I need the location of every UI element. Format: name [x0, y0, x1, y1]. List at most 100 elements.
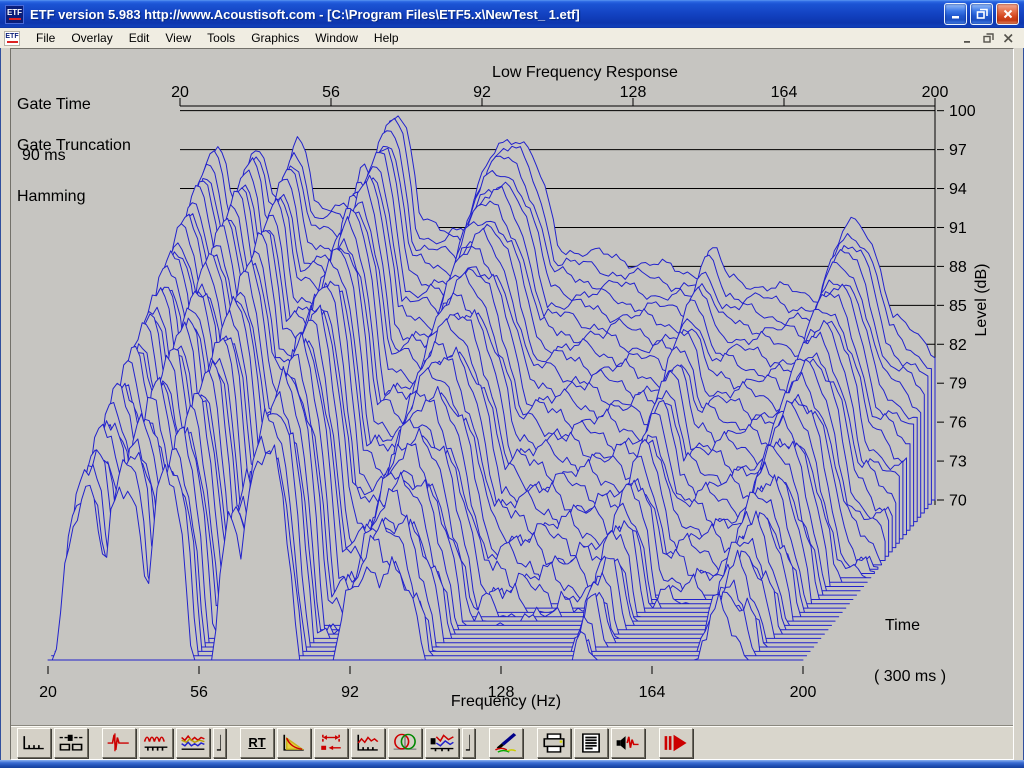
run-measurement-icon: [664, 734, 687, 751]
y-axis-tick: 91: [949, 220, 967, 237]
waterfall-plot: 20 56 92 128 164 200100 97 94 91 88 85 82 79 76 73 70 20…: [39, 84, 976, 701]
color-settings-icon: [495, 732, 517, 753]
app-icon-bar: [8, 17, 21, 20]
gate-truncation-value: Hamming: [17, 188, 86, 205]
toolbar-button-report[interactable]: [574, 727, 608, 758]
x-axis-top-tick: 128: [620, 84, 647, 101]
y-axis-tick: 94: [949, 181, 967, 198]
toolbar-button-overlay-curves[interactable]: [176, 727, 210, 758]
x-axis-bottom-tick: 56: [190, 684, 208, 701]
overlay-curves-icon: [181, 734, 205, 750]
title-bar: ETF ETF version 5.983 http://www.Acousti…: [0, 0, 1024, 28]
app-icon-text: ETF: [6, 7, 23, 17]
document-icon-bar: [6, 41, 18, 43]
toolbar-button-cascade-display[interactable]: [17, 727, 51, 758]
minimize-button[interactable]: [944, 3, 967, 25]
menu-file[interactable]: File: [28, 29, 63, 47]
menu-window[interactable]: Window: [307, 29, 366, 47]
window-border-bottom: [0, 760, 1024, 768]
y-axis-tick: 82: [949, 337, 967, 354]
close-button[interactable]: [996, 3, 1019, 25]
print-icon: [543, 732, 565, 753]
toolbar: RT: [11, 725, 1013, 759]
toolbar-button-spectrum-overlay[interactable]: [425, 727, 459, 758]
frequency-axis-label: Frequency (Hz): [450, 693, 562, 710]
toolbar-button-periodic-wave[interactable]: [139, 727, 173, 758]
toolbar-button-energy-time-curve[interactable]: [277, 727, 311, 758]
mdi-client-area: 20 56 92 128 164 200 100 97 94 91 88 85 82 79 76 73 70 20…: [10, 48, 1014, 760]
etf-application-window: { "window": { "title": "ETF version 5.98…: [0, 0, 1024, 768]
y-axis-tick: 85: [949, 298, 967, 315]
window-border-right: [1014, 48, 1024, 760]
toolbar-button-print[interactable]: [537, 727, 571, 758]
phase-response-icon: [393, 733, 417, 750]
child-minimize-icon: [963, 40, 970, 43]
menu-overlay[interactable]: Overlay: [63, 29, 120, 47]
menu-bar: ETF File Overlay Edit View Tools Graphic…: [0, 28, 1024, 48]
menu-graphics[interactable]: Graphics: [243, 29, 307, 47]
x-axis-top-tick: 92: [473, 84, 491, 101]
close-icon: [1003, 9, 1012, 19]
axis-corner-left-icon: [216, 734, 221, 751]
y-axis-tick: 73: [949, 454, 967, 471]
document-icon-text: ETF: [5, 33, 19, 40]
x-axis-bottom-tick: 20: [39, 684, 57, 701]
toolbar-button-impulse-response[interactable]: [102, 727, 136, 758]
y-axis-tick: 88: [949, 259, 967, 276]
energy-time-curve-icon: [283, 734, 305, 751]
menu-edit[interactable]: Edit: [121, 29, 158, 47]
impulse-response-icon: [107, 732, 129, 751]
waterfall-chart: 20 56 92 128 164 200 100 97 94 91 88 85 82 79 76 73 70 20…: [11, 49, 1013, 725]
x-axis-top-tick: 56: [322, 84, 340, 101]
child-minimize-button[interactable]: [960, 31, 976, 45]
window-border-left: [0, 48, 10, 760]
periodic-wave-icon: [143, 735, 168, 751]
frequency-response-icon: [357, 734, 379, 751]
time-axis-label: Time ( 300 ms ): [874, 583, 946, 719]
toolbar-button-axis-corner-right[interactable]: [462, 727, 475, 758]
toolbar-button-display-controls[interactable]: [54, 727, 88, 758]
mdi-child-controls: [960, 31, 1016, 45]
window-title: ETF version 5.983 http://www.Acoustisoft…: [30, 6, 580, 22]
report-icon: [582, 732, 600, 753]
y-axis-tick: 97: [949, 142, 967, 159]
y-axis-tick: 79: [949, 376, 967, 393]
child-restore-icon: [982, 32, 994, 43]
toolbar-button-rt-measure[interactable]: RT: [240, 727, 274, 758]
x-axis-top-tick: 200: [922, 84, 949, 101]
minimize-icon: [951, 16, 959, 19]
toolbar-button-gate-markers[interactable]: [314, 727, 348, 758]
menu-tools[interactable]: Tools: [199, 29, 243, 47]
spectrum-overlay-icon: [430, 733, 454, 751]
y-axis-tick: 100: [949, 103, 976, 120]
app-icon: ETF: [5, 4, 24, 24]
toolbar-button-run-measurement[interactable]: [659, 727, 693, 758]
cascade-display-icon: [23, 735, 44, 749]
toolbar-button-phase-response[interactable]: [388, 727, 422, 758]
rt-label: RT: [248, 735, 266, 750]
time-axis-label-line1: Time: [885, 617, 920, 634]
toolbar-button-frequency-response[interactable]: [351, 727, 385, 758]
x-axis-top-tick: 20: [171, 84, 189, 101]
restore-icon: [976, 8, 988, 19]
measure-speaker-icon: [616, 735, 639, 750]
y-axis-tick: 76: [949, 415, 967, 432]
child-close-icon: [1003, 33, 1013, 43]
gate-markers-icon: [321, 734, 341, 750]
child-close-button[interactable]: [1000, 31, 1016, 45]
menu-view[interactable]: View: [157, 29, 199, 47]
restore-button[interactable]: [970, 3, 993, 25]
y-axis-tick: 70: [949, 493, 967, 510]
menu-help[interactable]: Help: [366, 29, 407, 47]
toolbar-button-axis-corner-left[interactable]: [213, 727, 226, 758]
x-axis-bottom-tick: 92: [341, 684, 359, 701]
toolbar-button-color-settings[interactable]: [489, 727, 523, 758]
toolbar-button-measure-speaker[interactable]: [611, 727, 645, 758]
level-axis-label: Level (dB): [973, 263, 990, 337]
x-axis-bottom-tick: 164: [639, 684, 666, 701]
axis-corner-right-icon: [465, 734, 470, 751]
document-icon: ETF: [4, 30, 20, 46]
child-restore-button[interactable]: [980, 31, 996, 45]
gate-truncation-label: Gate Truncation: [17, 137, 131, 154]
gate-truncation-block: Gate Truncation Hamming: [17, 103, 131, 239]
